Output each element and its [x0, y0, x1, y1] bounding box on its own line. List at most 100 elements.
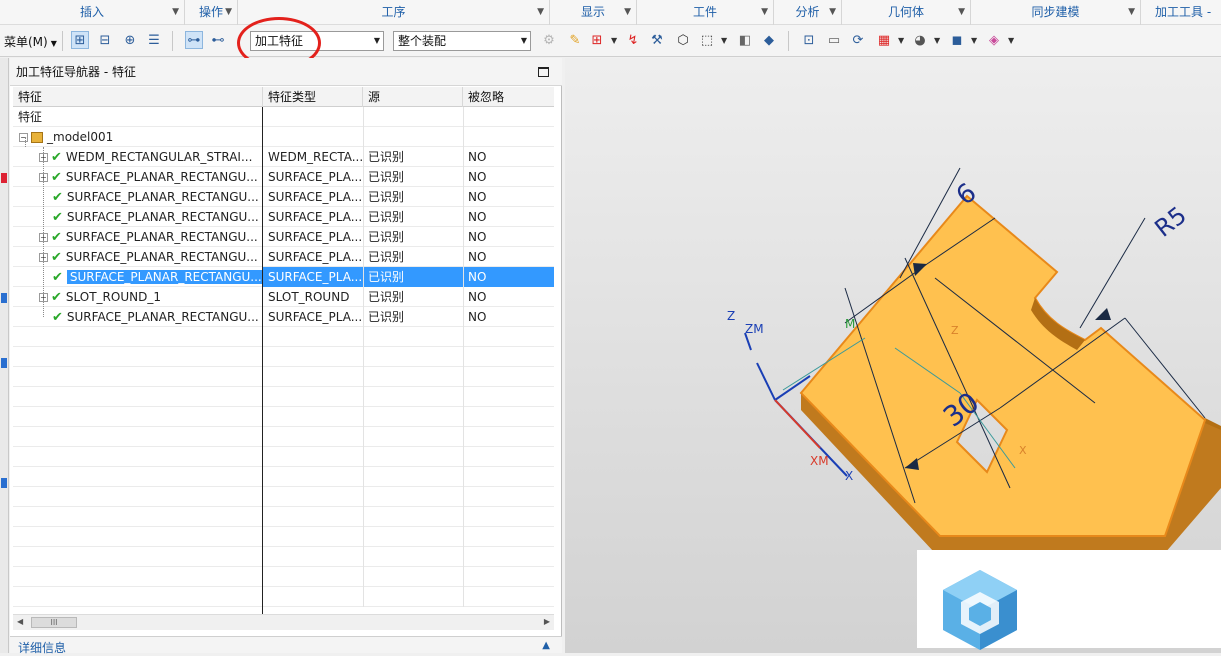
feature-group-icon[interactable]: ⊷: [209, 31, 227, 49]
column-header-feature[interactable]: 特征: [13, 87, 263, 107]
table-row-selected[interactable]: ✔ SURFACE_PLANAR_RECTANGU... SURFACE_PLA.…: [13, 267, 554, 287]
toolbar-separator: [172, 31, 173, 51]
group-analysis[interactable]: 分析 ▼: [774, 0, 842, 25]
checkmark-icon: ✔: [51, 290, 62, 305]
chevron-down-icon[interactable]: ▼: [624, 0, 631, 25]
details-section[interactable]: 详细信息 ▲: [10, 636, 562, 655]
feature-view-icon[interactable]: ⊶: [185, 31, 203, 49]
method-view-icon[interactable]: ☰: [145, 31, 163, 49]
assembly-scope-select[interactable]: 整个装配 ▼: [393, 31, 531, 51]
chevron-down-icon[interactable]: ▼: [537, 0, 544, 25]
tree-root-row[interactable]: 特征: [13, 107, 554, 127]
table-row[interactable]: + ✔ SURFACE_PLANAR_RECTANGU... SURFACE_PLA…: [13, 227, 554, 247]
scroll-right-icon[interactable]: ▶: [544, 617, 550, 626]
chevron-down-icon[interactable]: ▼: [829, 0, 836, 25]
resource-tab-icon[interactable]: [1, 478, 7, 488]
scroll-thumb[interactable]: III: [31, 617, 77, 628]
feature-name-cell: ✔ SURFACE_PLANAR_RECTANGU...: [13, 307, 263, 327]
empty-row: [13, 387, 554, 407]
group-insert[interactable]: 插入 ▼: [0, 0, 185, 25]
feature-name: SURFACE_PLANAR_RECTANGU...: [66, 270, 263, 284]
show-hide-icon[interactable]: ◈: [985, 31, 1003, 49]
dimension-arrow: [1095, 308, 1111, 320]
render-style-icon[interactable]: ▦: [875, 31, 893, 49]
feature-edit-icon[interactable]: ⚒: [648, 31, 666, 49]
chevron-down-icon[interactable]: ▼: [721, 36, 727, 45]
group-process-label: 工序: [381, 5, 406, 19]
column-header-ignored[interactable]: 被忽略: [463, 87, 554, 107]
machine-tool-view-icon[interactable]: ⊟: [96, 31, 114, 49]
column-header-feature-type[interactable]: 特征类型: [263, 87, 363, 107]
table-row[interactable]: + ✔ SURFACE_PLANAR_RECTANGU... SURFACE_PLA…: [13, 247, 554, 267]
table-row[interactable]: ✔ SURFACE_PLANAR_RECTANGU... SURFACE_PLA.…: [13, 187, 554, 207]
feature-ignored: NO: [468, 310, 487, 324]
chevron-down-icon[interactable]: ▼: [1128, 0, 1135, 25]
feature-ignored: NO: [468, 170, 487, 184]
solid-part-icon[interactable]: ◆: [760, 31, 778, 49]
maximize-icon[interactable]: [538, 67, 549, 77]
empty-row: [13, 487, 554, 507]
group-display[interactable]: 显示 ▼: [550, 0, 637, 25]
resource-tab-icon[interactable]: [1, 173, 7, 183]
table-row[interactable]: + ✔ WEDM_RECTANGULAR_STRAI... WEDM_RECTA..…: [13, 147, 554, 167]
chevron-up-icon[interactable]: ▲: [542, 640, 550, 651]
add-feature-icon[interactable]: ⊞: [588, 31, 606, 49]
chevron-down-icon[interactable]: ▼: [611, 36, 617, 45]
empty-row: [13, 327, 554, 347]
group-operation-label: 操作: [198, 5, 223, 19]
column-splitter[interactable]: [262, 107, 263, 614]
chevron-down-icon[interactable]: ▼: [1008, 36, 1014, 45]
chevron-down-icon[interactable]: ▼: [971, 36, 977, 45]
group-geometry[interactable]: 几何体 ▼: [842, 0, 971, 25]
resource-tab-icon[interactable]: [1, 358, 7, 368]
empty-row: [13, 447, 554, 467]
watermark-logo-area: [917, 550, 1221, 650]
panel-title-text: 加工特征导航器 - 特征: [16, 65, 136, 79]
zoom-icon[interactable]: ▭: [825, 31, 843, 49]
chevron-down-icon[interactable]: ▼: [172, 0, 179, 25]
group-operation[interactable]: 操作 ▼: [185, 0, 238, 25]
shaded-cube-icon[interactable]: ◼: [948, 31, 966, 49]
column-header-source[interactable]: 源: [363, 87, 463, 107]
geometry-view-icon[interactable]: ⊕: [121, 31, 139, 49]
empty-row: [13, 587, 554, 607]
program-order-view-icon[interactable]: ⊞: [71, 31, 89, 49]
chevron-down-icon[interactable]: ▼: [934, 36, 940, 45]
checkmark-icon: ✔: [52, 210, 63, 225]
feature-name-cell: + ✔ SURFACE_PLANAR_RECTANGU...: [13, 227, 263, 247]
panel-title: 加工特征导航器 - 特征: [10, 58, 562, 86]
blank-part-icon[interactable]: ◧: [736, 31, 754, 49]
chevron-down-icon[interactable]: ▼: [898, 36, 904, 45]
feature-source: 已识别: [368, 150, 405, 164]
tree-model-row[interactable]: − _model001: [13, 127, 554, 147]
toolbar-separator: [788, 31, 789, 51]
hexagon-icon[interactable]: ⬡: [674, 31, 692, 49]
selection-box-icon[interactable]: ⬚: [698, 31, 716, 49]
ribbon-group-bar: 插入 ▼ 操作 ▼ 工序 ▼ 显示 ▼ 工件 ▼ 分析 ▼ 几何体 ▼ 同步建模…: [0, 0, 1221, 44]
group-workpiece[interactable]: 工件 ▼: [637, 0, 774, 25]
resource-bar: [0, 58, 9, 653]
rotate-icon[interactable]: ⟳: [849, 31, 867, 49]
scroll-left-icon[interactable]: ◀: [17, 617, 23, 626]
feature-path-icon[interactable]: ↯: [624, 31, 642, 49]
chevron-down-icon: ▼: [373, 36, 380, 45]
checkmark-icon: ✔: [51, 150, 62, 165]
menu-button[interactable]: 菜单(M) ▼: [4, 33, 57, 50]
group-machining-tools[interactable]: 加工工具 - G: [1141, 0, 1221, 44]
table-row[interactable]: ✔ SURFACE_PLANAR_RECTANGU... SURFACE_PLA.…: [13, 307, 554, 327]
fit-view-icon[interactable]: ⊡: [800, 31, 818, 49]
resource-tab-icon[interactable]: [1, 293, 7, 303]
horizontal-scrollbar[interactable]: ◀ III ▶: [13, 614, 554, 630]
collapse-icon[interactable]: −: [19, 133, 28, 142]
chevron-down-icon[interactable]: ▼: [225, 0, 232, 25]
table-row[interactable]: ✔ SURFACE_PLANAR_RECTANGU... SURFACE_PLA.…: [13, 207, 554, 227]
find-features-icon[interactable]: ⚙: [540, 31, 558, 49]
table-row[interactable]: + ✔ SLOT_ROUND_1 SLOT_ROUND 已识别 NO: [13, 287, 554, 307]
feature-tool-icon[interactable]: ✎: [566, 31, 584, 49]
chevron-down-icon[interactable]: ▼: [958, 0, 965, 25]
details-label: 详细信息: [18, 641, 67, 655]
orient-view-icon[interactable]: ◕: [911, 31, 929, 49]
chevron-down-icon[interactable]: ▼: [761, 0, 768, 25]
table-row[interactable]: + ✔ SURFACE_PLANAR_RECTANGU... SURFACE_PLA…: [13, 167, 554, 187]
group-sync-modeling[interactable]: 同步建模 ▼: [971, 0, 1141, 25]
